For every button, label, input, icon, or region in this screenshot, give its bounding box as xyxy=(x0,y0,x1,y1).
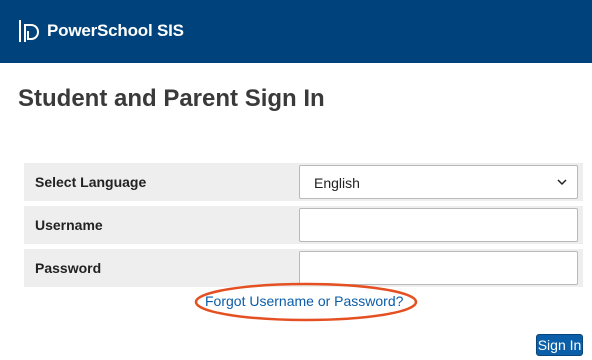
language-value: English xyxy=(314,175,360,191)
powerschool-logo-icon xyxy=(19,20,40,42)
username-label: Username xyxy=(35,217,103,233)
language-select[interactable]: English xyxy=(299,165,578,199)
password-label: Password xyxy=(35,260,102,276)
language-label: Select Language xyxy=(35,174,147,190)
chevron-down-icon xyxy=(557,179,567,186)
page-title: Student and Parent Sign In xyxy=(18,85,325,112)
app-header: PowerSchool SIS xyxy=(0,0,592,63)
app-brand: PowerSchool SIS xyxy=(47,21,184,40)
forgot-credentials-link[interactable]: Forgot Username or Password? xyxy=(205,293,403,310)
language-row: Select Language English xyxy=(24,163,583,201)
password-field-wrapper xyxy=(299,251,578,285)
password-input[interactable] xyxy=(300,252,577,284)
sign-in-button[interactable]: Sign In xyxy=(536,334,583,356)
username-field-wrapper xyxy=(299,208,578,242)
username-input[interactable] xyxy=(300,209,577,241)
username-row: Username xyxy=(24,206,583,244)
